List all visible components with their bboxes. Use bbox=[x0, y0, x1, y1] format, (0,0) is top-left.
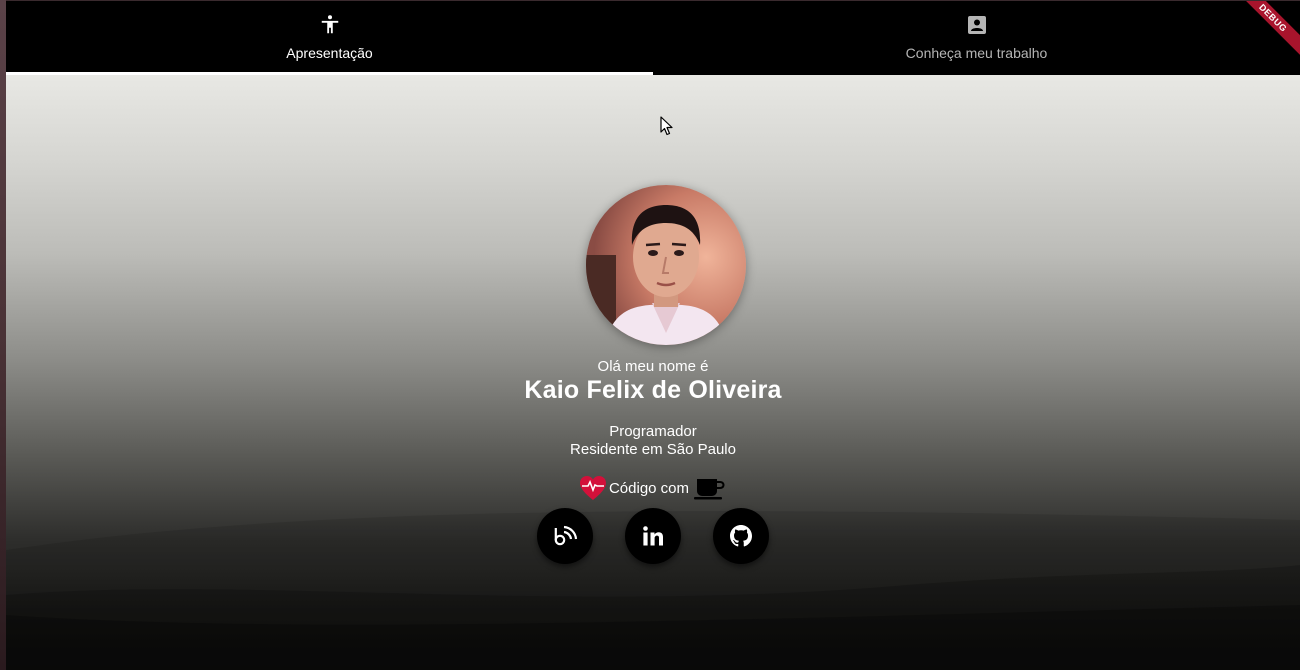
tab-label: Conheça meu trabalho bbox=[905, 45, 1048, 61]
portrait-icon bbox=[967, 13, 987, 37]
mouse-cursor-icon bbox=[660, 116, 673, 136]
blogger-rss-icon bbox=[554, 525, 578, 546]
blog-button[interactable] bbox=[537, 508, 593, 564]
presentation-page: Olá meu nome é Kaio Felix de Oliveira Pr… bbox=[6, 75, 1300, 670]
social-links bbox=[6, 508, 1300, 564]
profile-role: Programador bbox=[609, 423, 697, 440]
tab-apresentacao[interactable]: Apresentação bbox=[6, 1, 653, 75]
profile-avatar bbox=[586, 185, 746, 345]
greeting-text: Olá meu nome é bbox=[597, 358, 709, 375]
profile-name: Kaio Felix de Oliveira bbox=[524, 376, 782, 404]
code-with-text: Código com bbox=[608, 479, 690, 497]
accessibility-icon bbox=[319, 13, 341, 37]
code-with-line: Código com bbox=[6, 475, 1300, 501]
tab-conheca-meu-trabalho[interactable]: Conheça meu trabalho bbox=[653, 1, 1300, 75]
linkedin-icon bbox=[643, 526, 663, 546]
tab-bar: Apresentação Conheça meu trabalho bbox=[6, 1, 1300, 75]
coffee-icon bbox=[694, 479, 725, 500]
linkedin-button[interactable] bbox=[625, 508, 681, 564]
github-button[interactable] bbox=[713, 508, 769, 564]
app-root: Apresentação Conheça meu trabalho DEBUG bbox=[6, 1, 1300, 670]
tab-label: Apresentação bbox=[286, 45, 373, 61]
heartbeat-icon bbox=[579, 476, 606, 500]
profile-location: Residente em São Paulo bbox=[570, 441, 736, 458]
github-icon bbox=[730, 525, 752, 547]
